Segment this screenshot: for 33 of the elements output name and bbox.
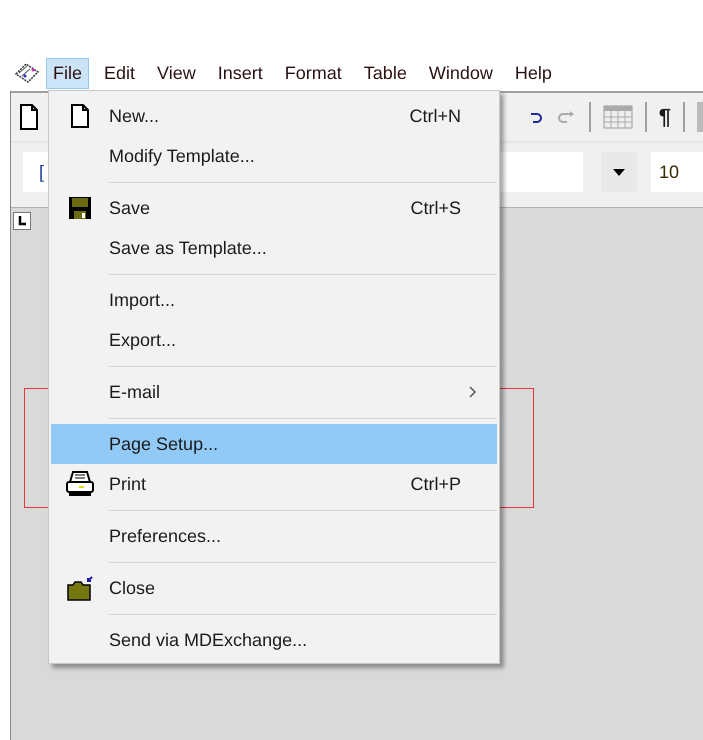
menu-item[interactable]: New... Ctrl+N (51, 96, 497, 136)
new-document-icon[interactable] (19, 104, 39, 130)
menu-item[interactable]: Save as Template... (51, 228, 497, 268)
menu-item[interactable]: Print Ctrl+P (51, 464, 497, 504)
tab-stop-icon[interactable] (13, 212, 31, 230)
printer-icon (65, 471, 95, 497)
document-icon (70, 104, 90, 128)
shortcut-text: Ctrl+S (410, 198, 461, 218)
folder-icon (66, 575, 94, 601)
menu-item[interactable]: E-mail (51, 372, 497, 412)
shortcut-text: Ctrl+P (410, 474, 461, 494)
menu-bar-item[interactable]: View (150, 58, 203, 88)
menu-item[interactable]: Import... (51, 280, 497, 320)
menu-bar-item[interactable]: File (46, 58, 90, 88)
app-logo-icon (14, 62, 40, 84)
menu-item[interactable]: Send via MDExchange... (51, 620, 497, 660)
menu-item[interactable]: Page Setup... (51, 424, 497, 464)
pilcrow-button[interactable]: ¶ (658, 104, 671, 130)
menu-bar-item[interactable]: Window (422, 58, 500, 88)
shortcut-text: Ctrl+N (409, 106, 461, 126)
undo-icon[interactable] (530, 110, 543, 124)
font-size-field[interactable]: 10 (651, 152, 703, 192)
dropdown-arrow-icon[interactable] (613, 168, 625, 176)
menu-bar-item[interactable]: Help (508, 58, 559, 88)
menu-item[interactable]: Export... (51, 320, 497, 360)
menu-item[interactable]: Save Ctrl+S (51, 188, 497, 228)
menu-bar-item[interactable]: Format (278, 58, 349, 88)
menu-item[interactable]: Close (51, 568, 497, 608)
menu-item[interactable]: Modify Template... (51, 136, 497, 176)
menu-bar-item[interactable]: Insert (210, 58, 270, 88)
menu-bar-item[interactable]: Edit (97, 58, 142, 88)
menu-bar-item[interactable]: Table (356, 58, 414, 88)
menu-item[interactable]: Preferences... (51, 516, 497, 556)
